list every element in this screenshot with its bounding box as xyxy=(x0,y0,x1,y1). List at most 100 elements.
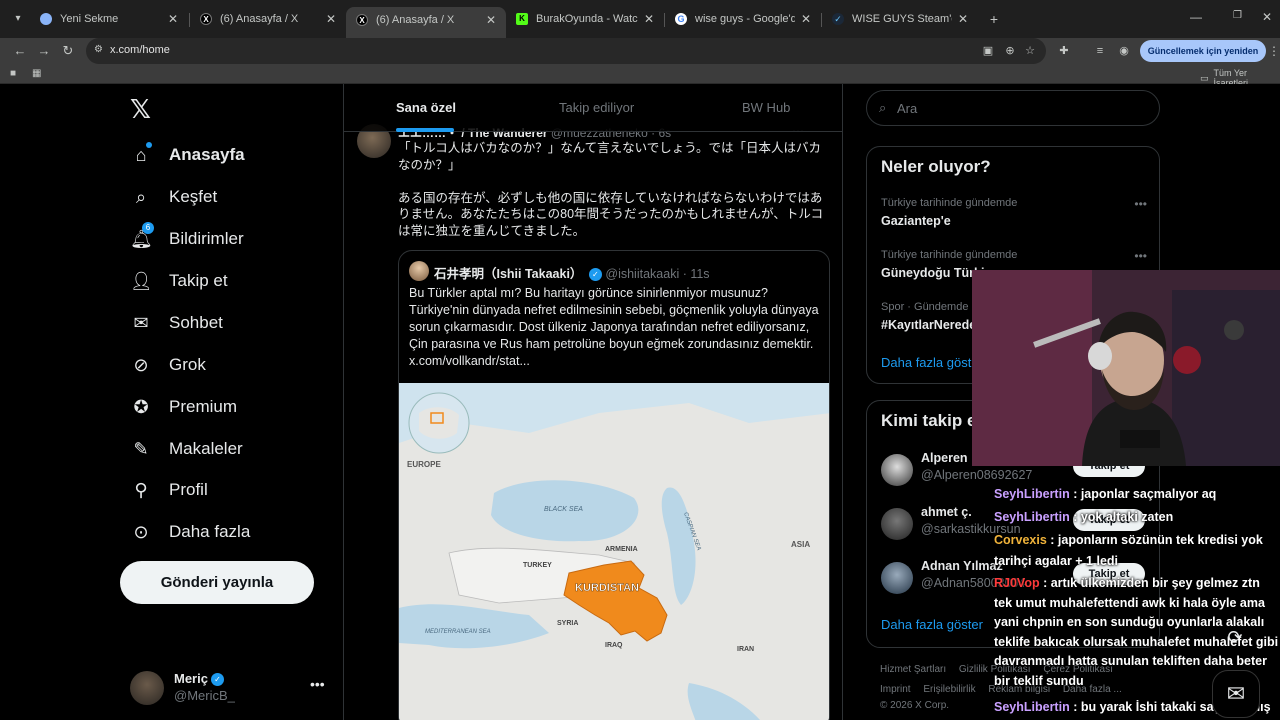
browser-tab[interactable]: G wise guys - Google'da Ara ✕ xyxy=(665,7,821,31)
search-icon: ⌕ xyxy=(135,187,147,207)
unread-dot xyxy=(146,142,152,148)
quote-author: 石井孝明（Ishii Takaaki） xyxy=(434,267,583,281)
extensions-icon[interactable]: ✚ xyxy=(1056,43,1072,59)
close-icon[interactable]: ✕ xyxy=(642,12,656,26)
site-info-icon[interactable]: ⚙ xyxy=(94,44,106,56)
show-more-link[interactable]: Daha fazla göster xyxy=(881,617,983,632)
install-app-icon[interactable]: ▣ xyxy=(980,43,996,59)
profile-icon[interactable]: ◉ xyxy=(1116,43,1132,59)
media-controls-icon[interactable]: ≡ xyxy=(1092,43,1108,59)
x-icon: X xyxy=(356,13,368,26)
new-tab-button[interactable]: + xyxy=(986,10,1002,28)
follow-name: Alperen xyxy=(921,451,968,465)
chat-message: SeyhLibertin : yok altaki zaten xyxy=(994,510,1174,524)
more-horizontal-icon[interactable]: ••• xyxy=(1134,249,1147,263)
back-icon[interactable]: ← xyxy=(10,41,30,61)
tab-for-you[interactable]: Sana özel xyxy=(396,100,456,115)
chat-username: SeyhLibertin xyxy=(994,510,1070,524)
nav-item-explore[interactable]: ⌕ Keşfet xyxy=(130,183,217,211)
chrome-icon xyxy=(40,13,52,25)
nav-item-more[interactable]: ⊙ Daha fazla xyxy=(130,518,250,546)
map-svg: EUROPE BLACK SEA CASPIAN SEA ASIA TURKEY… xyxy=(399,383,829,720)
map-label-iran: IRAN xyxy=(737,646,754,653)
cam-shelf xyxy=(1172,290,1280,466)
cam-microphone xyxy=(1088,342,1112,370)
trends-title: Neler oluyor? xyxy=(881,157,991,176)
browser-tab[interactable]: X (6) Anasayfa / X ✕ xyxy=(190,7,346,31)
mail-icon: ✉ xyxy=(1226,681,1246,706)
x-logo-icon[interactable]: 𝕏 xyxy=(130,96,152,122)
cam-shirt-logo xyxy=(1120,430,1160,448)
more-horizontal-icon[interactable]: ••• xyxy=(310,676,325,692)
messages-drawer-button[interactable]: ✉ xyxy=(1212,670,1260,718)
browser-tab[interactable]: ✓ WISE GUYS Steam'de ✕ xyxy=(822,7,978,31)
update-restart-button[interactable]: Güncellemek için yeniden başlat xyxy=(1140,40,1266,78)
quoted-tweet[interactable]: 石井孝明（Ishii Takaaki） ✓ @ishiitakaaki · 11… xyxy=(398,250,830,720)
footer-link[interactable]: Hizmet Şartları xyxy=(880,664,946,675)
forward-icon[interactable]: → xyxy=(34,41,54,61)
show-more-link[interactable]: Daha fazla göster xyxy=(881,355,983,370)
avatar xyxy=(881,454,913,486)
more-horizontal-icon[interactable]: ••• xyxy=(1134,197,1147,211)
nav-item-follow[interactable]: 👤︎ Takip et xyxy=(130,267,228,295)
tab-title: (6) Anasayfa / X xyxy=(220,13,299,25)
window-close-icon[interactable]: ✕ xyxy=(1262,10,1272,24)
close-icon[interactable]: ✕ xyxy=(956,12,970,26)
close-icon[interactable]: ✕ xyxy=(799,12,813,26)
tab-title: (6) Anasayfa / X xyxy=(376,13,455,26)
tab-search-button[interactable]: ▾ xyxy=(8,10,28,28)
reload-icon[interactable]: ↻ xyxy=(58,41,78,61)
folder-icon: ▭ xyxy=(1200,72,1209,83)
map-label-asia: ASIA xyxy=(791,540,810,549)
search-box[interactable]: ⌕ Ara xyxy=(866,90,1160,126)
map-label-armenia: ARMENIA xyxy=(605,546,638,553)
map-label-kurdistan: KURDISTAN xyxy=(575,582,639,594)
footer-link[interactable]: Erişilebilirlik xyxy=(923,684,975,695)
quote-text: Bu Türkler aptal mı? Bu haritayı görünce… xyxy=(409,286,819,368)
address-bar[interactable]: ⚙ x.com/home xyxy=(86,38,1046,64)
nav-item-articles[interactable]: ✎ Makaleler xyxy=(130,435,242,463)
nav-label: Keşfet xyxy=(169,187,218,206)
footer-copyright: © 2026 X Corp. xyxy=(880,700,950,711)
tab-following[interactable]: Takip ediliyor xyxy=(559,100,634,115)
browser-tab-active[interactable]: X (6) Anasayfa / X ✕ xyxy=(346,7,506,38)
chat-message: Corvexis : japonların sözünün tek kredis… xyxy=(994,533,1263,568)
active-tab-indicator xyxy=(396,128,454,132)
post-button[interactable]: Gönderi yayınla xyxy=(120,561,314,604)
more-circle-icon: ⊙ xyxy=(133,522,149,542)
avatar xyxy=(881,508,913,540)
close-icon[interactable]: ✕ xyxy=(484,13,498,27)
tab-bw-hub[interactable]: BW Hub xyxy=(742,100,790,115)
chat-message: SeyhLibertin : japonlar saçmalıyor aq xyxy=(994,487,1217,501)
close-icon[interactable]: ✕ xyxy=(166,12,180,26)
account-name: Meriç xyxy=(174,671,208,686)
nav-item-profile[interactable]: ⚲ Profil xyxy=(130,476,207,504)
bookmark-star-icon[interactable]: ☆ xyxy=(1022,43,1038,59)
verified-badge-icon: ✓ xyxy=(210,673,224,687)
nav-item-premium[interactable]: ✪ Premium xyxy=(130,393,237,421)
close-icon[interactable]: ✕ xyxy=(324,12,338,26)
grok-icon: ⊘ xyxy=(133,355,149,375)
minimize-icon[interactable]: — xyxy=(1190,10,1202,24)
bookmark-page-icon[interactable]: ■ xyxy=(10,68,22,80)
apps-grid-icon[interactable]: ▦ xyxy=(32,68,44,80)
avatar xyxy=(409,261,429,281)
url-text: x.com/home xyxy=(110,44,170,56)
nav-item-messages[interactable]: ✉ Sohbet xyxy=(130,309,222,337)
account-switcher[interactable]: Meriç ✓ @MericB_ ••• xyxy=(130,668,330,708)
nav-item-home[interactable]: ⌂ Anasayfa xyxy=(130,141,245,169)
restore-icon[interactable]: ❐ xyxy=(1233,10,1242,21)
browser-menu-icon[interactable]: ⋮ xyxy=(1268,44,1280,58)
grok-floating-icon[interactable]: ⟳ xyxy=(1218,620,1252,654)
trend-item[interactable]: Türkiye tarihinde gündemde Gaziantep'e •… xyxy=(881,197,1147,228)
zoom-icon[interactable]: ⊕ xyxy=(1002,43,1018,59)
browser-tab[interactable]: K BurakOyunda - Watch clips on ✕ xyxy=(506,7,664,31)
tab-title: wise guys - Google'da Ara xyxy=(695,13,795,25)
kurdistan-map-image[interactable]: EUROPE BLACK SEA CASPIAN SEA ASIA TURKEY… xyxy=(399,383,829,720)
nav-item-grok[interactable]: ⊘ Grok xyxy=(130,351,205,379)
footer-link[interactable]: Imprint xyxy=(880,684,911,695)
nav-item-notifications[interactable]: 🔔︎ 6 Bildirimler xyxy=(130,222,244,253)
browser-tab[interactable]: Yeni Sekme ✕ xyxy=(30,7,188,31)
chat-username: SeyhLibertin xyxy=(994,700,1070,714)
chat-username: SeyhLibertin xyxy=(994,487,1070,501)
